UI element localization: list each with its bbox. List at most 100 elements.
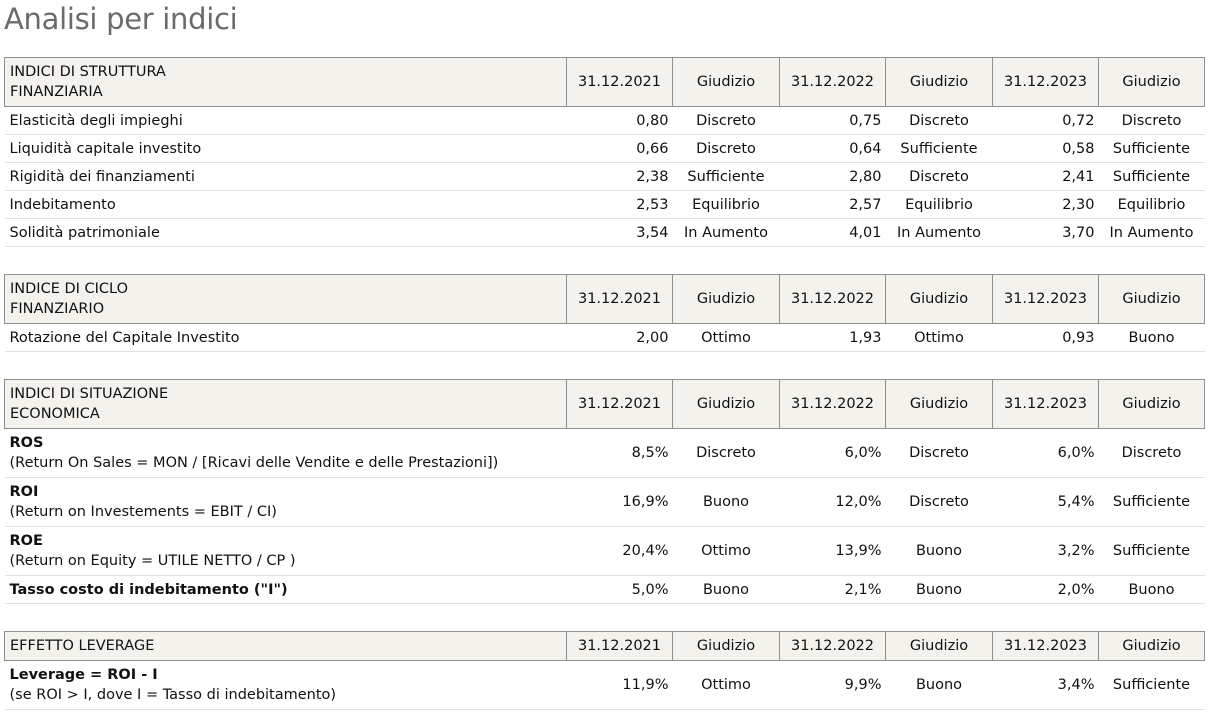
table-ciclo-finanziario: INDICE DI CICLO FINANZIARIO 31.12.2021 Gi… xyxy=(4,274,1205,352)
value-cell: 2,0% xyxy=(992,575,1099,604)
column-header-date: 31.12.2021 xyxy=(566,57,673,107)
value-cell: 0,80 xyxy=(566,106,673,135)
page-title: Analisi per indici xyxy=(4,2,238,36)
value-cell: 6,0% xyxy=(992,428,1099,478)
value-cell: 12,0% xyxy=(779,477,886,527)
table-row: Liquidità capitale investito 0,66 Discre… xyxy=(4,134,1205,163)
value-cell: 2,41 xyxy=(992,162,1099,191)
judgment-cell: Discreto xyxy=(885,477,993,527)
value-cell: 16,9% xyxy=(566,477,673,527)
value-cell: 0,66 xyxy=(566,134,673,163)
value-cell: 3,2% xyxy=(992,526,1099,576)
judgment-cell: Sufficiente xyxy=(1098,526,1205,576)
column-header-date: 31.12.2021 xyxy=(566,274,673,324)
judgment-cell: Ottimo xyxy=(885,323,993,352)
column-header-date: 31.12.2021 xyxy=(566,631,673,661)
column-header-date: 31.12.2022 xyxy=(779,379,886,429)
column-header-date: 31.12.2022 xyxy=(779,274,886,324)
row-label: ROS (Return On Sales = MON / [Ricavi dell… xyxy=(4,428,567,478)
judgment-cell: Sufficiente xyxy=(672,162,780,191)
column-header-giudizio: Giudizio xyxy=(885,57,993,107)
column-header-giudizio: Giudizio xyxy=(1098,274,1205,324)
judgment-cell: Discreto xyxy=(885,106,993,135)
judgment-cell: Buono xyxy=(672,477,780,527)
value-cell: 20,4% xyxy=(566,526,673,576)
column-header-date: 31.12.2021 xyxy=(566,379,673,429)
judgment-cell: Discreto xyxy=(885,428,993,478)
column-header-date: 31.12.2022 xyxy=(779,631,886,661)
value-cell: 8,5% xyxy=(566,428,673,478)
column-header-giudizio: Giudizio xyxy=(885,631,993,661)
judgment-cell: Discreto xyxy=(885,162,993,191)
metric-formula: (Return on Investements = EBIT / CI) xyxy=(9,504,277,520)
column-header-giudizio: Giudizio xyxy=(885,274,993,324)
metric-name: ROI xyxy=(9,484,39,500)
value-cell: 0,58 xyxy=(992,134,1099,163)
metric-name: ROE xyxy=(9,533,43,549)
judgment-cell: Sufficiente xyxy=(1098,162,1205,191)
metric-name: Leverage = ROI - I xyxy=(9,667,158,683)
column-header-date: 31.12.2022 xyxy=(779,57,886,107)
judgment-cell: Discreto xyxy=(672,134,780,163)
value-cell: 0,75 xyxy=(779,106,886,135)
table-header: INDICE DI CICLO FINANZIARIO 31.12.2021 Gi… xyxy=(4,274,1205,324)
row-label: Rigidità dei finanziamenti xyxy=(4,162,567,191)
column-header-giudizio: Giudizio xyxy=(672,274,780,324)
table-row: Tasso costo di indebitamento ("I") 5,0% … xyxy=(4,575,1205,604)
judgment-cell: Discreto xyxy=(672,428,780,478)
judgment-cell: In Aumento xyxy=(885,218,993,247)
value-cell: 1,93 xyxy=(779,323,886,352)
column-header-giudizio: Giudizio xyxy=(672,631,780,661)
judgment-cell: Buono xyxy=(885,660,993,710)
judgment-cell: Buono xyxy=(885,526,993,576)
judgment-cell: Buono xyxy=(885,575,993,604)
table-row: Leverage = ROI - I (se ROI > I, dove I = … xyxy=(4,660,1205,710)
value-cell: 4,01 xyxy=(779,218,886,247)
row-label: Leverage = ROI - I (se ROI > I, dove I = … xyxy=(4,660,567,710)
section-title: INDICI DI SITUAZIONE ECONOMICA xyxy=(4,379,567,429)
judgment-cell: Buono xyxy=(1098,575,1205,604)
table-row: ROS (Return On Sales = MON / [Ricavi dell… xyxy=(4,428,1205,478)
value-cell: 2,1% xyxy=(779,575,886,604)
value-cell: 2,38 xyxy=(566,162,673,191)
column-header-date: 31.12.2023 xyxy=(992,57,1099,107)
value-cell: 0,64 xyxy=(779,134,886,163)
value-cell: 3,4% xyxy=(992,660,1099,710)
row-label: Elasticità degli impieghi xyxy=(4,106,567,135)
judgment-cell: Equilibrio xyxy=(885,190,993,219)
column-header-giudizio: Giudizio xyxy=(672,379,780,429)
value-cell: 2,30 xyxy=(992,190,1099,219)
table-row: Elasticità degli impieghi 0,80 Discreto … xyxy=(4,106,1205,135)
column-header-giudizio: Giudizio xyxy=(1098,57,1205,107)
judgment-cell: Discreto xyxy=(1098,106,1205,135)
row-label: Rotazione del Capitale Investito xyxy=(4,323,567,352)
judgment-cell: Sufficiente xyxy=(1098,477,1205,527)
judgment-cell: Sufficiente xyxy=(885,134,993,163)
value-cell: 5,0% xyxy=(566,575,673,604)
row-label: ROI (Return on Investements = EBIT / CI) xyxy=(4,477,567,527)
table-row: Rigidità dei finanziamenti 2,38 Sufficie… xyxy=(4,162,1205,191)
value-cell: 9,9% xyxy=(779,660,886,710)
value-cell: 13,9% xyxy=(779,526,886,576)
table-situazione-economica: INDICI DI SITUAZIONE ECONOMICA 31.12.2021… xyxy=(4,379,1205,604)
value-cell: 2,57 xyxy=(779,190,886,219)
judgment-cell: Discreto xyxy=(672,106,780,135)
judgment-cell: Ottimo xyxy=(672,526,780,576)
judgment-cell: Sufficiente xyxy=(1098,660,1205,710)
table-header: EFFETTO LEVERAGE 31.12.2021 Giudizio 31.… xyxy=(4,631,1205,661)
metric-formula: (Return On Sales = MON / [Ricavi delle V… xyxy=(9,455,499,471)
judgment-cell: Buono xyxy=(672,575,780,604)
judgment-cell: Equilibrio xyxy=(672,190,780,219)
section-title: EFFETTO LEVERAGE xyxy=(4,631,567,661)
value-cell: 3,70 xyxy=(992,218,1099,247)
value-cell: 11,9% xyxy=(566,660,673,710)
metric-formula: (se ROI > I, dove I = Tasso di indebitam… xyxy=(9,687,337,703)
metric-formula: (Return on Equity = UTILE NETTO / CP ) xyxy=(9,553,296,569)
judgment-cell: Discreto xyxy=(1098,428,1205,478)
value-cell: 5,4% xyxy=(992,477,1099,527)
table-header: INDICI DI SITUAZIONE ECONOMICA 31.12.2021… xyxy=(4,379,1205,429)
judgment-cell: Equilibrio xyxy=(1098,190,1205,219)
table-row: Rotazione del Capitale Investito 2,00 Ot… xyxy=(4,323,1205,352)
section-title: INDICI DI STRUTTURA FINANZIARIA xyxy=(4,57,567,107)
row-label: Liquidità capitale investito xyxy=(4,134,567,163)
